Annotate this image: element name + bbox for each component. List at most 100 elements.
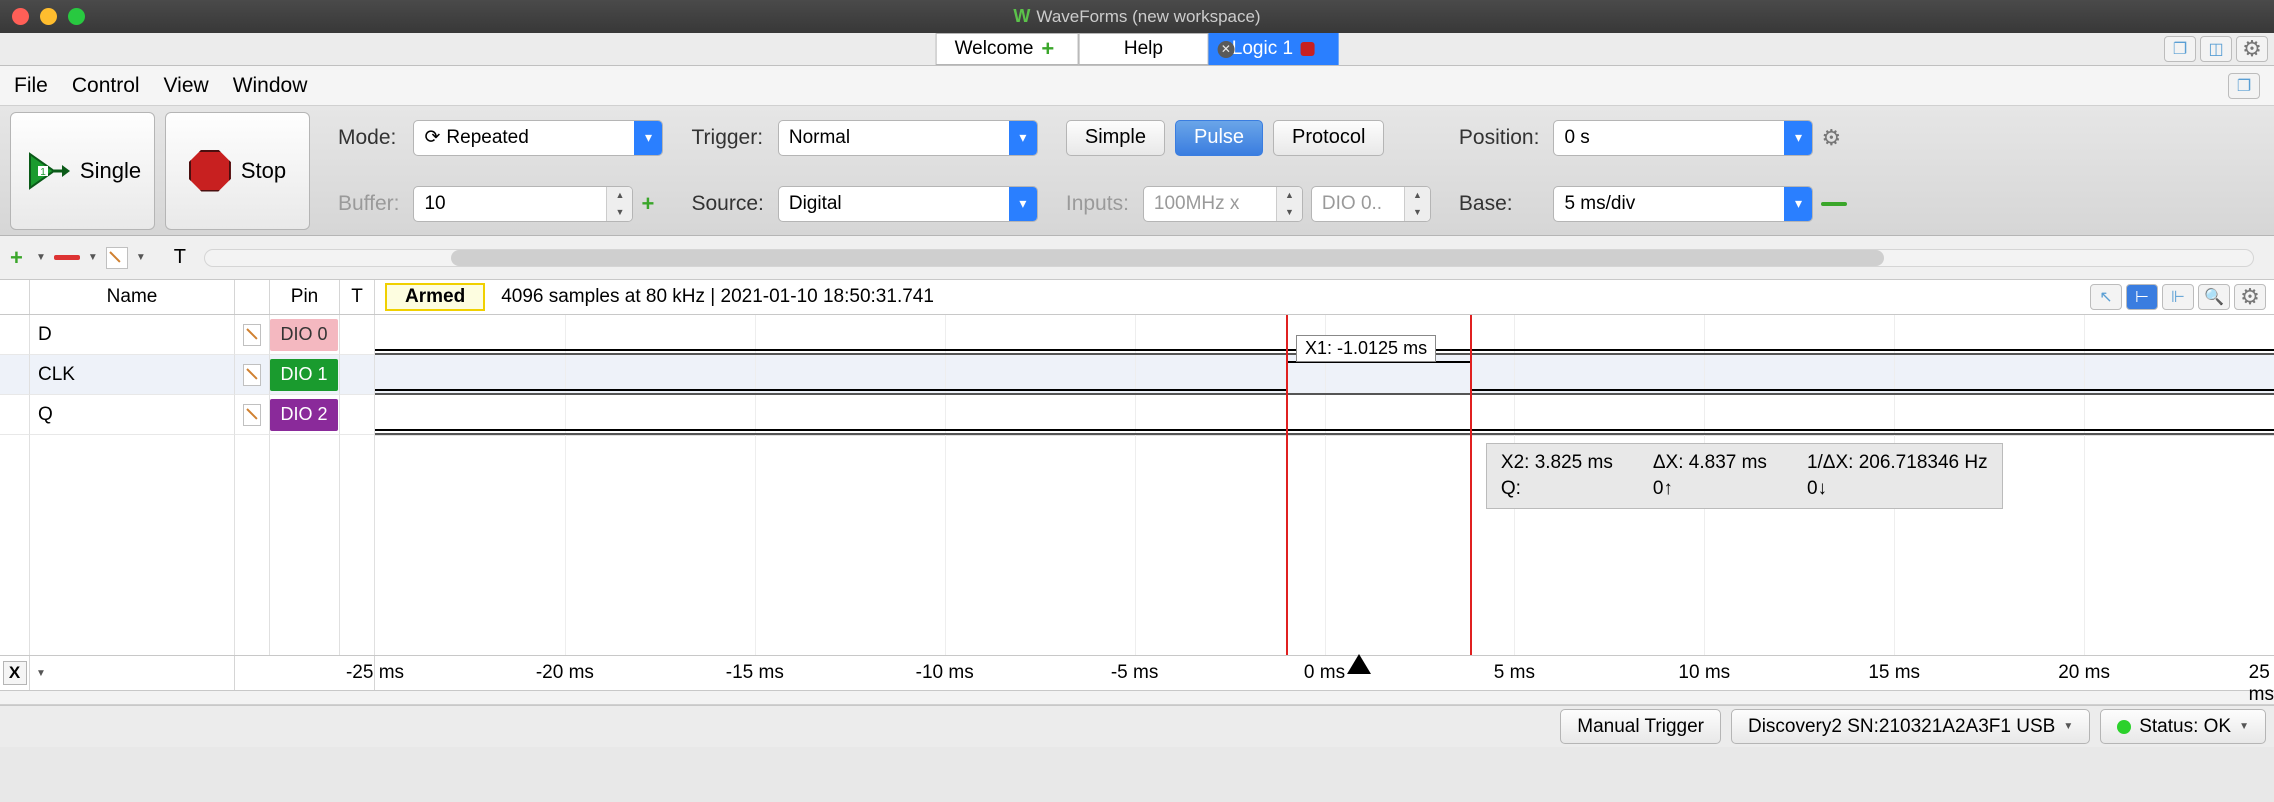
buffer-input[interactable]: 10 ▲▼ xyxy=(413,186,633,222)
base-select[interactable]: 5 ms/div ▾ xyxy=(1553,186,1813,222)
minus-icon[interactable] xyxy=(1821,202,1847,206)
window-close-button[interactable] xyxy=(12,8,29,25)
manual-trigger-button[interactable]: Manual Trigger xyxy=(1560,709,1721,744)
base-value: 5 ms/div xyxy=(1554,193,1784,215)
window-zoom-button[interactable] xyxy=(68,8,85,25)
scrollbar-thumb[interactable] xyxy=(451,250,1885,266)
position-value: 0 s xyxy=(1554,127,1784,149)
source-select[interactable]: Digital ▾ xyxy=(778,186,1038,222)
measure-tool-button[interactable]: ⊢ xyxy=(2126,284,2158,310)
menu-file[interactable]: File xyxy=(14,74,48,98)
chevron-down-icon: ▾ xyxy=(1784,121,1812,155)
menu-control[interactable]: Control xyxy=(72,74,140,98)
status-indicator[interactable]: Status: OK▼ xyxy=(2100,709,2266,744)
chevron-down-icon: ▼ xyxy=(2063,721,2073,732)
fit-tool-button[interactable]: ⊩ xyxy=(2162,284,2194,310)
trigger-select[interactable]: Normal ▾ xyxy=(778,120,1038,156)
windows-cascade-button[interactable]: ❐ xyxy=(2164,36,2196,62)
tab-logic1[interactable]: ✕ Logic 1 xyxy=(1208,33,1338,65)
spinner-icon[interactable]: ▲▼ xyxy=(606,187,632,221)
view-settings-button[interactable]: ⚙ xyxy=(2234,284,2266,310)
tick-label: -20 ms xyxy=(536,662,594,684)
windows-icon-button[interactable]: ❐ xyxy=(2228,73,2260,99)
horizontal-scrollbar[interactable] xyxy=(204,249,2254,267)
chevron-down-icon: ▼ xyxy=(2239,721,2249,732)
spinner-icon[interactable]: ▲▼ xyxy=(1276,187,1302,221)
add-channel-button[interactable] xyxy=(10,249,28,267)
menu-window[interactable]: Window xyxy=(233,74,308,98)
pencil-icon[interactable] xyxy=(243,364,261,386)
single-label: Single xyxy=(80,158,141,184)
window-minimize-button[interactable] xyxy=(40,8,57,25)
buffer-value: 10 xyxy=(414,193,606,215)
chevron-down-icon: ▾ xyxy=(1009,121,1037,155)
name-header: Name xyxy=(30,280,235,314)
signal-name[interactable]: D xyxy=(30,315,235,355)
stop-icon xyxy=(189,150,231,192)
pencil-icon[interactable] xyxy=(243,404,261,426)
tab-help[interactable]: Help xyxy=(1078,33,1208,65)
tab-welcome[interactable]: Welcome xyxy=(936,33,1079,65)
tab-label: Logic 1 xyxy=(1232,38,1293,60)
menu-view[interactable]: View xyxy=(164,74,209,98)
simple-toggle[interactable]: Simple xyxy=(1066,120,1165,156)
titlebar: W WaveForms (new workspace) xyxy=(0,0,2274,33)
close-icon[interactable]: ✕ xyxy=(1217,41,1234,58)
tick-label: 5 ms xyxy=(1494,662,1535,684)
pin-badge[interactable]: DIO 2 xyxy=(270,399,338,431)
windows-split-button[interactable]: ◫ xyxy=(2200,36,2232,62)
tick-label: 25 ms xyxy=(2249,662,2274,706)
settings-button[interactable]: ⚙ xyxy=(2236,36,2268,62)
record-icon xyxy=(1301,42,1315,56)
source-label: Source: xyxy=(691,192,763,216)
dropdown-icon[interactable]: ▼ xyxy=(36,252,46,263)
inputs-label: Inputs: xyxy=(1066,192,1129,216)
spinner-icon[interactable]: ▲▼ xyxy=(1404,187,1430,221)
cursor-x1-label: X1: -1.0125 ms xyxy=(1296,335,1436,362)
inputs-rate-select[interactable]: 100MHz x ▲▼ xyxy=(1143,186,1303,222)
tick-label: 15 ms xyxy=(1868,662,1920,684)
buffer-label: Buffer: xyxy=(338,192,399,216)
armed-indicator: Armed xyxy=(385,283,485,311)
signal-name[interactable]: CLK xyxy=(30,355,235,395)
device-button[interactable]: Discovery2 SN:210321A2A3F1 USB▼ xyxy=(1731,709,2090,744)
menu-bar: File Control View Window ❐ xyxy=(0,66,2274,106)
dropdown-icon[interactable]: ▼ xyxy=(88,252,98,263)
chevron-down-icon: ▾ xyxy=(634,121,662,155)
add-buffer-button[interactable] xyxy=(641,195,659,213)
inputs-dio-select[interactable]: DIO 0.. ▲▼ xyxy=(1311,186,1431,222)
plus-icon[interactable] xyxy=(1041,40,1059,58)
mode-value: Repeated xyxy=(446,127,528,149)
waveform-area[interactable]: D DIO 0 CLK DIO 1 Q DIO 2 xyxy=(0,315,2274,655)
single-button[interactable]: 1 Single xyxy=(10,112,155,230)
t-column-label: T xyxy=(174,246,186,269)
protocol-toggle[interactable]: Protocol xyxy=(1273,120,1384,156)
pin-badge[interactable]: DIO 0 xyxy=(270,319,338,351)
dropdown-icon[interactable]: ▼ xyxy=(136,252,146,263)
position-select[interactable]: 0 s ▾ xyxy=(1553,120,1813,156)
mode-select[interactable]: ⟳ Repeated ▾ xyxy=(413,120,663,156)
trigger-value: Normal xyxy=(779,127,1009,149)
x-axis-button[interactable]: X xyxy=(3,661,27,685)
edit-button[interactable] xyxy=(106,247,128,269)
waveform-canvas[interactable]: X1: -1.0125 ms X2: 3.825 ms ΔX: 4.837 ms… xyxy=(375,315,2274,655)
tick-label: 20 ms xyxy=(2058,662,2110,684)
remove-channel-button[interactable] xyxy=(54,255,80,260)
zoom-button[interactable]: 🔍 xyxy=(2198,284,2230,310)
repeat-icon: ⟳ xyxy=(424,126,440,149)
status-led-icon xyxy=(2117,720,2131,734)
cursor-x1[interactable] xyxy=(1286,315,1288,655)
time-axis: X ▼ -25 ms -20 ms -15 ms -10 ms -5 ms 0 … xyxy=(0,655,2274,691)
cursor-x2[interactable] xyxy=(1470,315,1472,655)
signal-name[interactable]: Q xyxy=(30,395,235,435)
gear-icon[interactable]: ⚙ xyxy=(1821,125,1841,151)
pin-badge[interactable]: DIO 1 xyxy=(270,359,338,391)
cursor-tool-button[interactable]: ↖ xyxy=(2090,284,2122,310)
stop-button[interactable]: Stop xyxy=(165,112,310,230)
cursor-info-box: X2: 3.825 ms ΔX: 4.837 ms 1/ΔX: 206.7183… xyxy=(1486,443,2003,509)
trigger-marker-icon[interactable] xyxy=(1347,654,1371,674)
pencil-icon[interactable] xyxy=(243,324,261,346)
dropdown-icon[interactable]: ▼ xyxy=(36,668,46,679)
tab-bar: Welcome Help ✕ Logic 1 ❐ ◫ ⚙ xyxy=(0,33,2274,66)
pulse-toggle[interactable]: Pulse xyxy=(1175,120,1263,156)
